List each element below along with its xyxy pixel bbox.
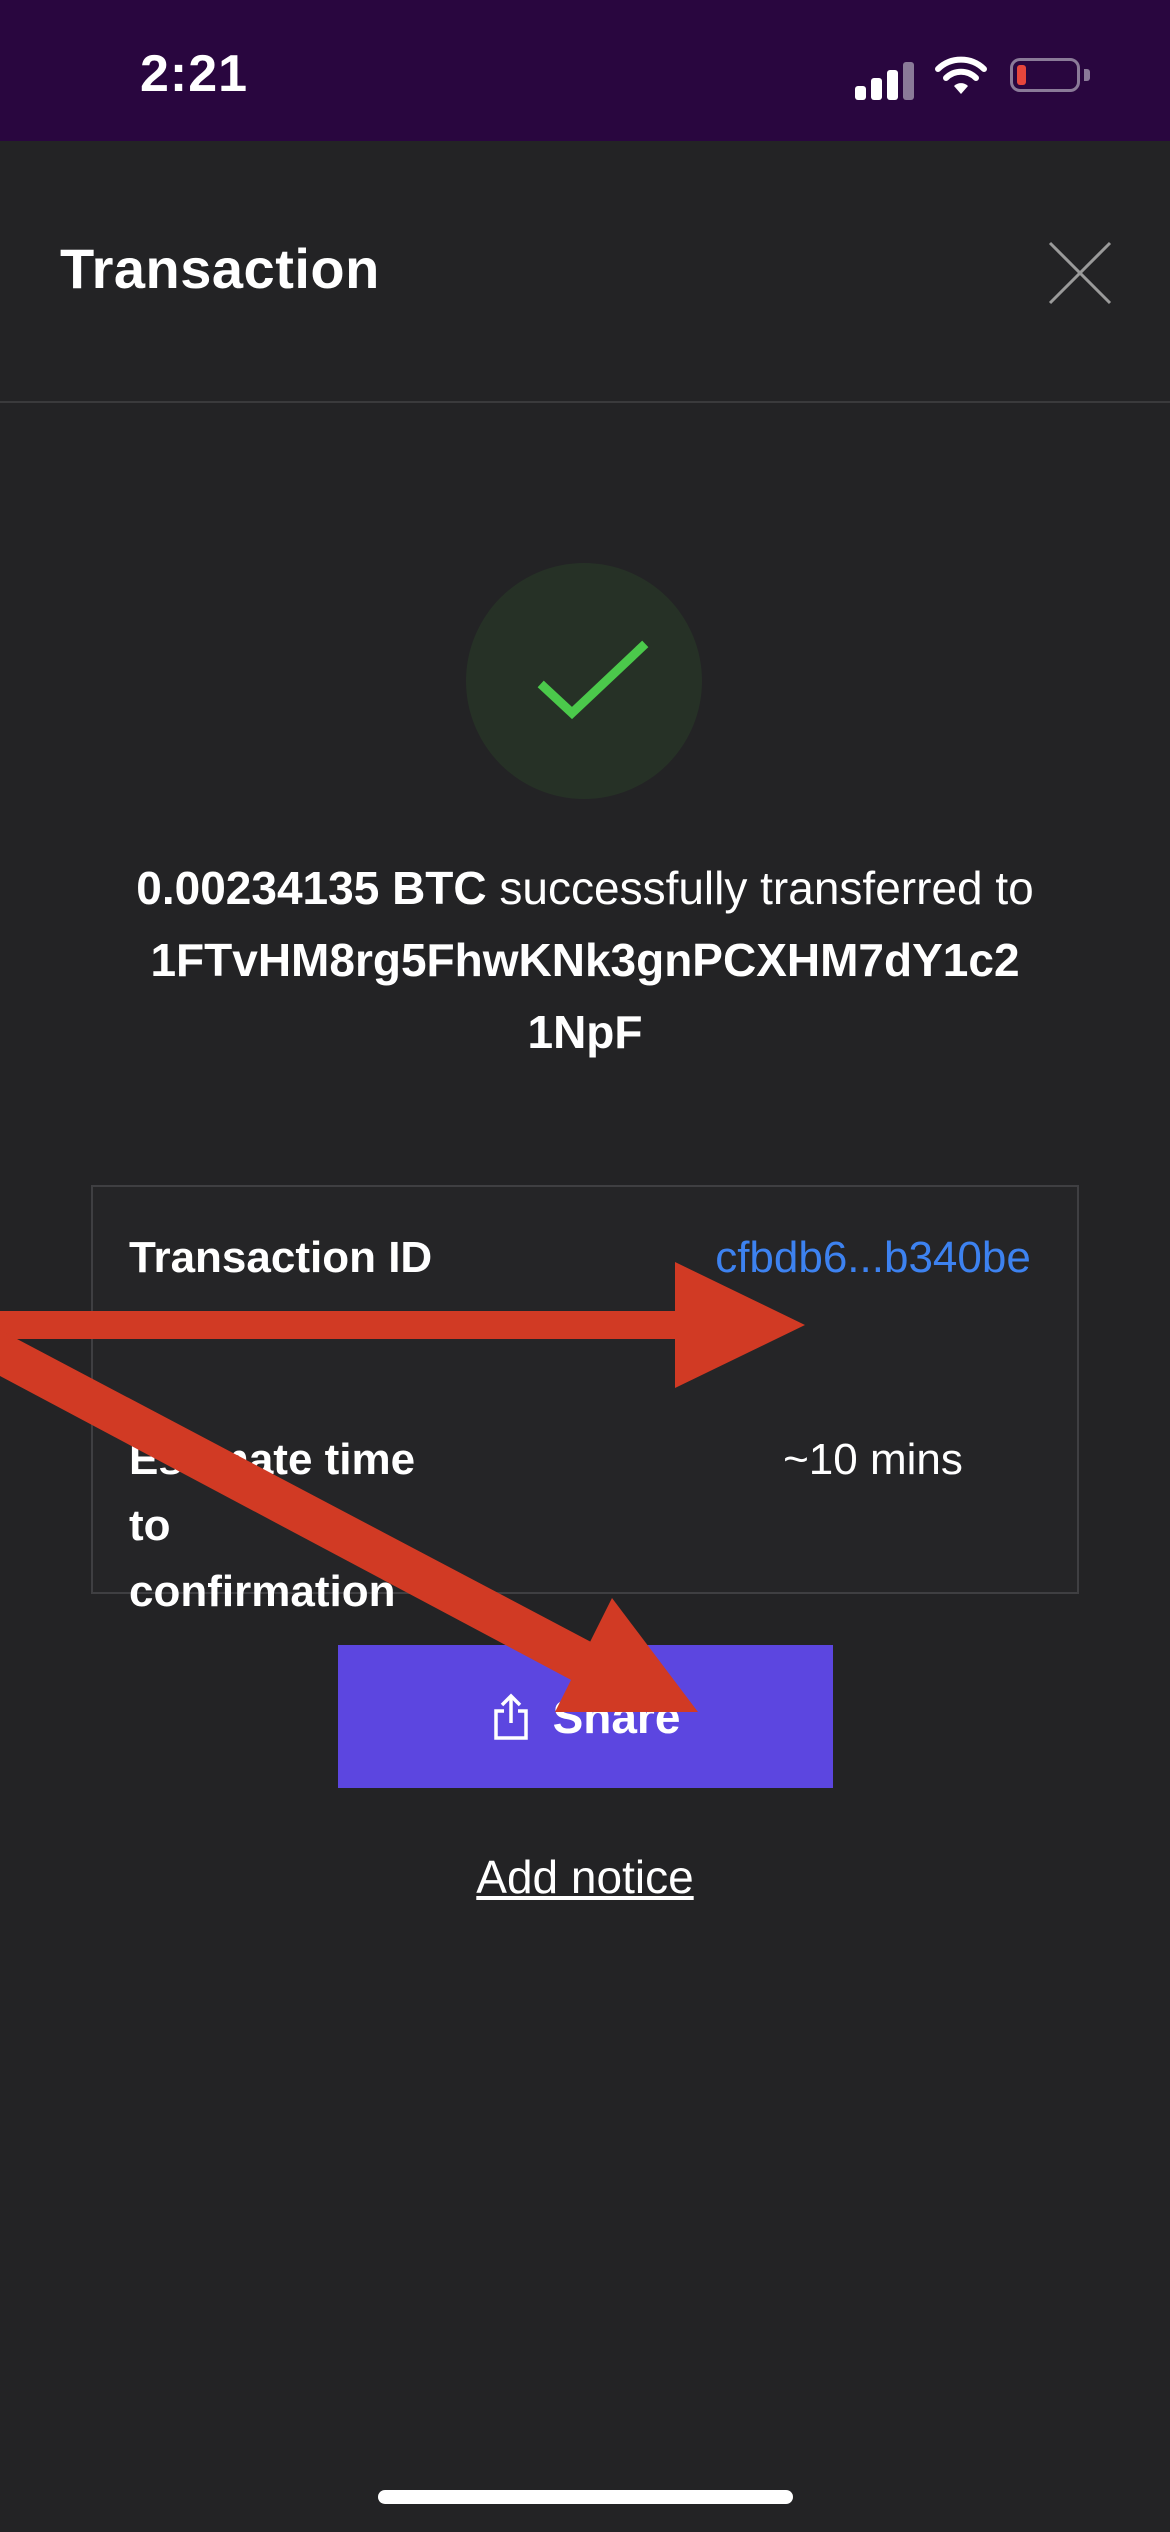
home-indicator[interactable] (378, 2490, 793, 2504)
wifi-icon (935, 56, 987, 94)
success-badge (466, 563, 702, 799)
share-icon (493, 1693, 528, 1740)
success-message: 0.00234135 BTC successfully transferred … (130, 852, 1040, 1068)
checkmark-icon (537, 640, 649, 720)
transfer-text: successfully transferred to (486, 862, 1034, 914)
share-button[interactable]: Share (338, 1645, 833, 1788)
recipient-address: 1FTvHM8rg5FhwKNk3gnPCXHM7dY1c21NpF (150, 934, 1020, 1058)
page-title: Transaction (60, 237, 380, 300)
est-time-value: ~10 mins (783, 1435, 963, 1484)
status-time: 2:21 (140, 45, 249, 103)
add-notice-link[interactable]: Add notice (0, 1850, 1170, 1904)
header-divider (0, 401, 1170, 403)
status-bar: 2:21 (0, 0, 1170, 141)
transaction-details-card: Transaction ID cfbdb6...b340be Estimate … (91, 1185, 1079, 1616)
battery-low-icon (1010, 58, 1080, 92)
close-icon[interactable] (1045, 238, 1115, 308)
transfer-amount: 0.00234135 BTC (136, 862, 487, 914)
transaction-id-link[interactable]: cfbdb6...b340be (713, 1225, 1033, 1291)
est-time-label: Estimate time to confirmation (129, 1435, 416, 1616)
transaction-id-label: Transaction ID (129, 1233, 433, 1282)
share-label: Share (552, 1690, 681, 1743)
